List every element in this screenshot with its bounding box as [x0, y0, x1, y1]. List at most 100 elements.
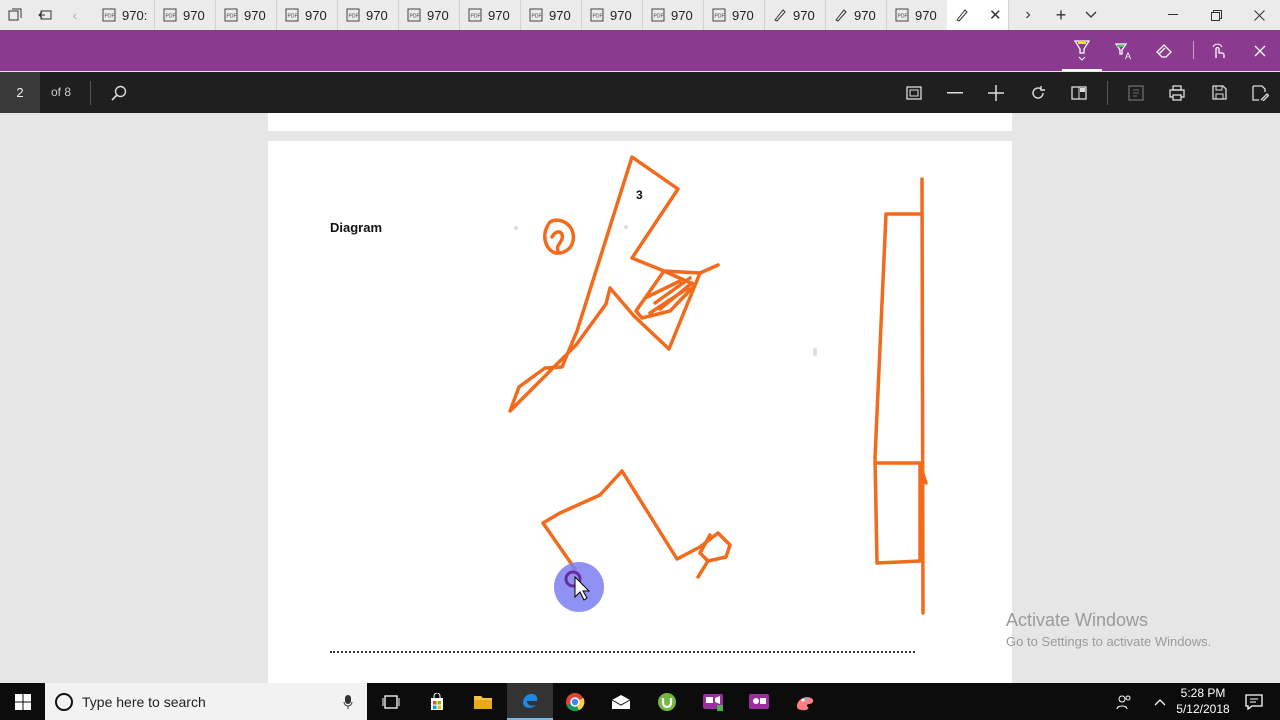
set-aside-tabs-icon[interactable]: [0, 0, 30, 30]
zoom-out-icon[interactable]: [935, 72, 975, 113]
clock-date: 5/12/2018: [1176, 702, 1230, 716]
file-explorer-icon[interactable]: [460, 683, 506, 720]
close-tab-icon[interactable]: ✕: [989, 6, 1002, 24]
browser-tab[interactable]: PDF 970: [704, 0, 765, 30]
tab-label: 970: [915, 7, 937, 23]
active-tab[interactable]: ✕: [947, 0, 1009, 30]
mail-icon[interactable]: [598, 683, 644, 720]
activate-windows-watermark: Activate Windows Go to Settings to activ…: [1006, 610, 1211, 649]
print-icon[interactable]: [1157, 72, 1197, 113]
tab-label: 970: [793, 7, 815, 23]
pdf-icon: PDF: [468, 8, 482, 22]
tab-label: 970:: [122, 7, 148, 23]
touch-writing-icon[interactable]: [1198, 30, 1238, 71]
svg-text:PDF: PDF: [349, 14, 359, 20]
highlighter-icon[interactable]: [1062, 30, 1102, 71]
tab-label: 970: [305, 7, 327, 23]
tab-label: 970: [244, 7, 266, 23]
watermark-subtitle: Go to Settings to activate Windows.: [1006, 634, 1212, 649]
windows-taskbar: Type here to search 5:28 PM 5/12/2018: [0, 683, 1280, 720]
pdf-icon: PDF: [102, 8, 116, 22]
browser-tab[interactable]: PDF 970: [338, 0, 399, 30]
ink-stroke-tall-rectangle: [873, 177, 928, 615]
svg-text:PDF: PDF: [105, 14, 115, 20]
clock-time: 5:28 PM: [1180, 686, 1226, 700]
exit-ink-icon[interactable]: [1240, 30, 1280, 71]
browser-tab[interactable]: PDF 970: [399, 0, 460, 30]
utorrent-icon[interactable]: [644, 683, 690, 720]
ink-pen-icon: [835, 9, 847, 22]
svg-text:PDF: PDF: [288, 14, 298, 20]
browser-tab-bar: ‹ PDF 970: PDF 970 PDF 970 PDF 970 PDF 970 PDF 970 P…: [0, 0, 1280, 31]
pdf-icon: PDF: [346, 8, 360, 22]
eraser-icon[interactable]: [1145, 30, 1185, 71]
rotate-icon[interactable]: [1018, 72, 1058, 113]
ink-drawing-layer: [508, 155, 928, 615]
tab-label: 970: [671, 7, 693, 23]
svg-text:PDF: PDF: [227, 14, 237, 20]
ink-pen-icon: [774, 9, 786, 22]
restore-tabs-icon[interactable]: [30, 0, 60, 30]
close-window-icon[interactable]: [1244, 0, 1274, 30]
scroll-tabs-left-icon[interactable]: ‹: [60, 0, 90, 30]
windows-start-icon[interactable]: [0, 683, 46, 720]
page-total-label: of 8: [51, 85, 72, 99]
search-placeholder: Type here to search: [82, 693, 206, 710]
scroll-tabs-right-icon[interactable]: ›: [1013, 0, 1043, 30]
browser-tab[interactable]: PDF 970: [643, 0, 704, 30]
search-icon[interactable]: [99, 72, 139, 113]
save-as-icon[interactable]: [1240, 72, 1280, 113]
browser-tab[interactable]: PDF 970: [521, 0, 582, 30]
chrome-icon[interactable]: [552, 683, 598, 720]
browser-tab[interactable]: PDF 970: [887, 0, 948, 30]
browser-tab[interactable]: PDF 970:: [94, 0, 155, 30]
people-icon[interactable]: [1104, 683, 1144, 720]
browser-tab[interactable]: PDF 970: [155, 0, 216, 30]
task-view-icon[interactable]: [368, 683, 414, 720]
pdf-icon: PDF: [224, 8, 238, 22]
pdf-icon: PDF: [895, 8, 909, 22]
browser-tab[interactable]: 970: [765, 0, 826, 30]
tab-preview-chevron-icon[interactable]: [1076, 0, 1106, 30]
browser-tab[interactable]: PDF 970: [216, 0, 277, 30]
system-clock[interactable]: 5:28 PM 5/12/2018: [1168, 685, 1238, 717]
read-aloud-icon[interactable]: [1116, 72, 1156, 113]
action-center-icon[interactable]: [1234, 683, 1274, 720]
fit-to-width-icon[interactable]: [894, 72, 934, 113]
edge-browser-icon[interactable]: [507, 683, 553, 720]
restore-window-icon[interactable]: [1201, 0, 1231, 30]
taskbar-search-box[interactable]: Type here to search: [45, 683, 367, 720]
browser-tab[interactable]: PDF 970: [460, 0, 521, 30]
browser-tab[interactable]: PDF 970: [277, 0, 338, 30]
microsoft-store-icon[interactable]: [414, 683, 460, 720]
svg-text:PDF: PDF: [593, 14, 603, 20]
minimize-window-icon[interactable]: [1158, 0, 1188, 30]
svg-text:PDF: PDF: [532, 14, 542, 20]
paint-3d-icon[interactable]: [782, 683, 828, 720]
watermark-title: Activate Windows: [1006, 610, 1149, 630]
page-layout-icon[interactable]: [1059, 72, 1099, 113]
pdf-icon: PDF: [407, 8, 421, 22]
toolbar-divider: [90, 81, 91, 105]
microphone-icon[interactable]: [343, 694, 353, 710]
zoom-in-icon[interactable]: [976, 72, 1016, 113]
ink-stroke-question-circle: [543, 218, 576, 255]
pdf-viewer-area[interactable]: Diagram 3: [0, 113, 1280, 683]
toolbar-divider: [1107, 81, 1108, 105]
browser-tab[interactable]: PDF 970: [582, 0, 643, 30]
new-tab-icon[interactable]: +: [1046, 0, 1076, 30]
tab-label: 970: [854, 7, 876, 23]
tab-label: 970: [549, 7, 571, 23]
screen-recorder-icon[interactable]: [736, 683, 782, 720]
pdf-icon: PDF: [529, 8, 543, 22]
save-icon[interactable]: [1199, 72, 1239, 113]
pdf-icon: PDF: [590, 8, 604, 22]
text-highlighter-icon[interactable]: A: [1104, 30, 1144, 71]
ink-pen-icon: [956, 9, 968, 22]
browser-tab[interactable]: 970: [826, 0, 887, 30]
page-number-input[interactable]: 2: [0, 72, 40, 113]
video-editor-icon[interactable]: [690, 683, 736, 720]
cortana-icon: [55, 692, 73, 711]
svg-text:PDF: PDF: [471, 14, 481, 20]
svg-text:A: A: [1125, 51, 1131, 60]
